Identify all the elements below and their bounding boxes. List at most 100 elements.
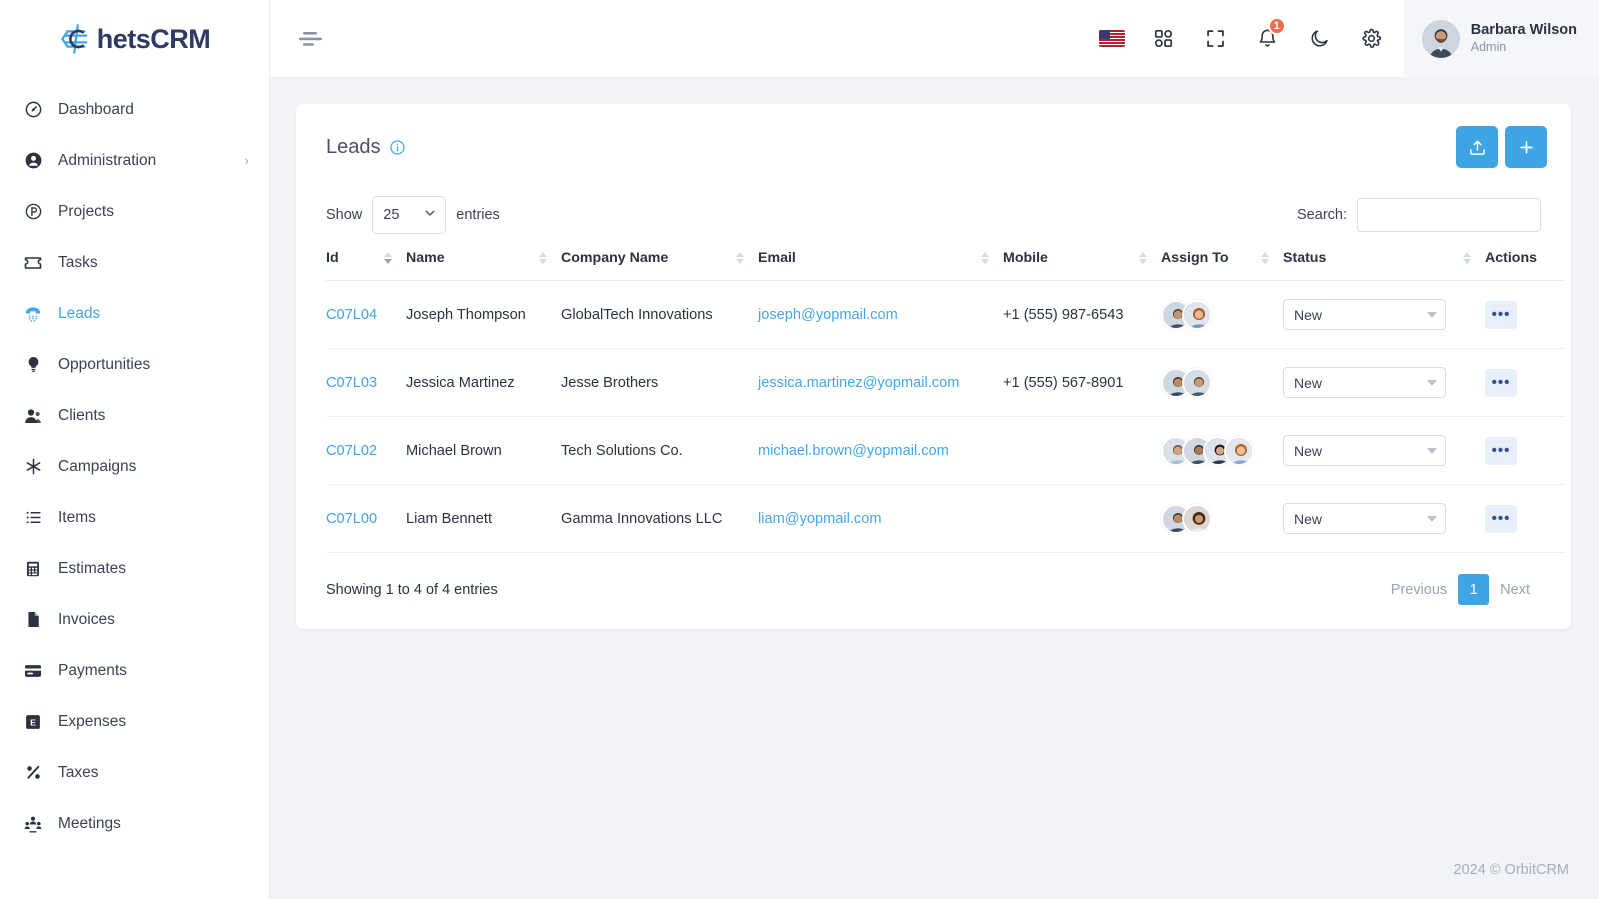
sidebar-item-payments[interactable]: Payments [0, 645, 269, 696]
language-flag-button[interactable] [1086, 0, 1138, 78]
column-header-mobile[interactable]: Mobile [1003, 250, 1161, 281]
ticket-icon [22, 252, 44, 274]
column-header-email[interactable]: Email [758, 250, 1003, 281]
sidebar-item-label: Estimates [58, 559, 127, 577]
assignee-avatars[interactable] [1161, 367, 1283, 398]
sidebar-item-estimates[interactable]: Estimates [0, 543, 269, 594]
sidebar-item-items[interactable]: Items [0, 492, 269, 543]
notifications-button[interactable]: 1 [1242, 0, 1294, 78]
settings-button[interactable] [1346, 0, 1398, 78]
topbar-actions: 1 Barbara Wilson Admin [1086, 0, 1599, 78]
email-link[interactable]: liam@yopmail.com [758, 511, 881, 527]
search-input[interactable] [1357, 198, 1541, 232]
table-row: C07L00 Liam Bennett Gamma Innovations LL… [326, 484, 1565, 553]
email-link[interactable]: michael.brown@yopmail.com [758, 443, 949, 459]
email-link[interactable]: jessica.martinez@yopmail.com [758, 375, 959, 391]
status-select[interactable]: New [1283, 435, 1446, 466]
avatar [1182, 503, 1212, 534]
cell-company: Tech Solutions Co. [561, 416, 758, 485]
apps-grid-button[interactable] [1138, 0, 1190, 78]
cell-name: Jessica Martinez [406, 348, 561, 417]
percent-icon [22, 762, 44, 784]
sidebar-item-label: Opportunities [58, 355, 151, 373]
hamburger-menu-icon[interactable] [298, 28, 324, 50]
column-label: Company Name [561, 250, 669, 266]
column-label: Assign To [1161, 250, 1229, 266]
cell-name: Joseph Thompson [406, 280, 561, 349]
status-select-wrap: New [1283, 503, 1446, 534]
column-label: Name [406, 250, 445, 266]
sidebar-item-taxes[interactable]: Taxes [0, 747, 269, 798]
assignee-avatars[interactable] [1161, 503, 1283, 534]
sidebar-item-dashboard[interactable]: Dashboard [0, 84, 269, 135]
cell-actions: ••• [1485, 280, 1565, 349]
search-label: Search: [1297, 207, 1347, 223]
column-header-id[interactable]: Id [326, 250, 406, 281]
sidebar-item-tasks[interactable]: Tasks [0, 237, 269, 288]
cell-company: Gamma Innovations LLC [561, 484, 758, 553]
page-length-select[interactable]: 25 [372, 196, 447, 234]
sidebar-item-clients[interactable]: Clients [0, 390, 269, 441]
cell-mobile [1003, 416, 1161, 485]
pagination-page-1[interactable]: 1 [1458, 574, 1490, 605]
crm-spiral-logo-icon [60, 24, 88, 54]
telephone-icon [22, 303, 44, 325]
pagination-next[interactable]: Next [1489, 574, 1541, 605]
add-lead-button[interactable] [1505, 126, 1547, 168]
sidebar: hetsCRM Dashboard Administration › Proje… [0, 0, 270, 899]
cell-email: joseph@yopmail.com [758, 280, 1003, 349]
leads-table: Id Name Company Name Email Mobile Assign… [326, 250, 1565, 553]
sidebar-item-invoices[interactable]: Invoices [0, 594, 269, 645]
row-actions-button[interactable]: ••• [1485, 504, 1517, 533]
status-select[interactable]: New [1283, 367, 1446, 398]
column-header-status[interactable]: Status [1283, 250, 1485, 281]
people-group-icon [22, 813, 44, 835]
assignee-avatars[interactable] [1161, 435, 1283, 466]
lead-id-link[interactable]: C07L04 [326, 307, 377, 323]
status-select[interactable]: New [1283, 299, 1446, 330]
status-select[interactable]: New [1283, 503, 1446, 534]
column-header-assign-to[interactable]: Assign To [1161, 250, 1283, 281]
topbar: 1 Barbara Wilson Admin [270, 0, 1599, 78]
fullscreen-button[interactable] [1190, 0, 1242, 78]
lead-id-link[interactable]: C07L03 [326, 375, 377, 391]
sidebar-item-projects[interactable]: Projects [0, 186, 269, 237]
row-actions-button[interactable]: ••• [1485, 436, 1517, 465]
email-link[interactable]: joseph@yopmail.com [758, 307, 898, 323]
sidebar-item-meetings[interactable]: Meetings [0, 798, 269, 849]
cell-email: jessica.martinez@yopmail.com [758, 348, 1003, 417]
column-header-company-name[interactable]: Company Name [561, 250, 758, 281]
user-circle-icon [22, 150, 44, 172]
lead-id-link[interactable]: C07L02 [326, 443, 377, 459]
cell-actions: ••• [1485, 484, 1565, 553]
chevron-right-icon: › [244, 153, 249, 168]
cell-company: GlobalTech Innovations [561, 280, 758, 349]
sidebar-item-expenses[interactable]: E Expenses [0, 696, 269, 747]
sidebar-item-campaigns[interactable]: Campaigns [0, 441, 269, 492]
user-group-icon [22, 405, 44, 427]
table-row: C07L03 Jessica Martinez Jesse Brothers j… [326, 348, 1565, 417]
pagination-previous[interactable]: Previous [1380, 574, 1458, 605]
row-actions-button[interactable]: ••• [1485, 368, 1517, 397]
gear-settings-icon [1362, 28, 1382, 48]
info-circle-icon[interactable] [389, 139, 406, 156]
brand-logo-area[interactable]: hetsCRM [0, 0, 269, 78]
lead-id-link[interactable]: C07L00 [326, 511, 377, 527]
export-upload-button[interactable] [1456, 126, 1498, 168]
dark-mode-button[interactable] [1294, 0, 1346, 78]
cell-status: New [1283, 416, 1485, 485]
notification-badge: 1 [1267, 16, 1286, 35]
sidebar-item-administration[interactable]: Administration › [0, 135, 269, 186]
user-profile-menu[interactable]: Barbara Wilson Admin [1403, 0, 1599, 78]
card-header: Leads [296, 104, 1571, 186]
row-actions-button[interactable]: ••• [1485, 300, 1517, 329]
assignee-avatars[interactable] [1161, 299, 1283, 330]
cell-id: C07L03 [326, 348, 406, 417]
sort-indicator-icon [1463, 252, 1471, 264]
sidebar-item-opportunities[interactable]: Opportunities [0, 339, 269, 390]
sidebar-item-leads[interactable]: Leads [0, 288, 269, 339]
cell-mobile [1003, 484, 1161, 553]
column-header-name[interactable]: Name [406, 250, 561, 281]
table-controls: Show 25 entries Search: [296, 186, 1571, 250]
search-control: Search: [1297, 198, 1541, 232]
